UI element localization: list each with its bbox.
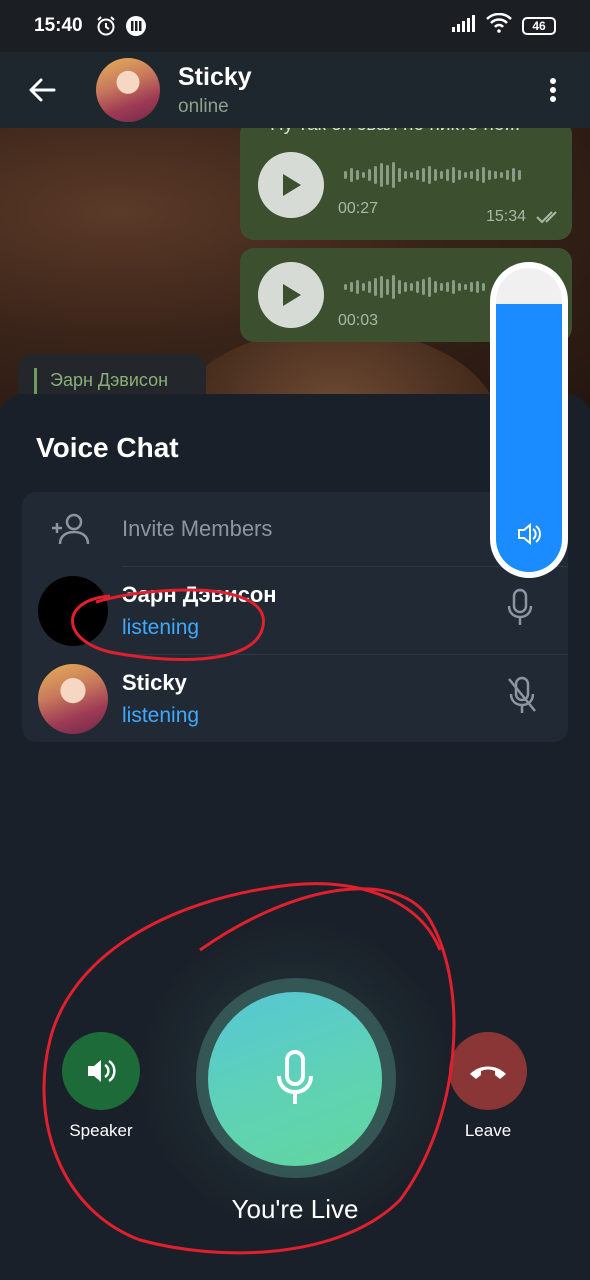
play-icon — [283, 174, 301, 196]
participant-row[interactable]: Sticky listening — [22, 654, 568, 742]
status-time: 15:40 — [34, 15, 83, 36]
reply-preview-text: Ну так он звал но никто не... — [270, 128, 520, 136]
volume-slider[interactable] — [490, 262, 568, 578]
add-user-icon — [50, 512, 90, 551]
chat-avatar[interactable] — [96, 58, 160, 122]
voice-duration: 00:03 — [338, 312, 379, 329]
sender-name: Эарн Дэвисон — [50, 370, 169, 390]
play-icon — [283, 284, 301, 306]
voice-duration: 00:27 — [338, 200, 379, 217]
more-menu-icon[interactable] — [538, 70, 568, 110]
speaker-label: Speaker — [69, 1121, 133, 1140]
play-button[interactable] — [258, 262, 324, 328]
read-check-icon — [536, 210, 562, 229]
chat-title[interactable]: Sticky — [178, 63, 252, 92]
participant-name: Sticky — [122, 670, 187, 695]
message-time: 15:34 — [486, 208, 527, 225]
leave-label: Leave — [464, 1121, 512, 1140]
participants-list: Invite Members Эарн Дэвисон listening St… — [22, 492, 568, 742]
microphone-icon — [277, 1050, 313, 1104]
participant-avatar — [38, 664, 108, 734]
participant-state: listening — [122, 616, 200, 639]
alarm-icon — [95, 15, 117, 37]
waveform[interactable] — [344, 160, 521, 190]
waveform[interactable] — [344, 272, 485, 302]
signal-icon — [452, 14, 476, 38]
app-notification-icon — [125, 15, 147, 37]
voice-chat-title: Voice Chat — [36, 432, 179, 463]
mic-icon[interactable] — [506, 588, 534, 633]
participant-row[interactable]: Эарн Дэвисон listening — [22, 566, 568, 654]
participant-avatar — [38, 576, 108, 646]
status-bar: 15:40 46 — [0, 0, 590, 52]
volume-icon — [516, 521, 542, 552]
voice-message-bubble[interactable]: Ну так он звал но никто не... 00:27 15:3… — [240, 128, 572, 240]
volume-track[interactable] — [496, 268, 562, 572]
mic-button[interactable] — [208, 992, 382, 1166]
reply-bar — [34, 368, 37, 394]
wifi-icon — [486, 12, 512, 39]
live-status-label: You're Live — [231, 1194, 359, 1224]
leave-button[interactable] — [449, 1032, 527, 1110]
participant-state: listening — [122, 704, 200, 727]
hang-up-icon — [470, 1066, 506, 1079]
invite-members-button[interactable]: Invite Members — [22, 492, 568, 566]
play-button[interactable] — [258, 152, 324, 218]
mic-muted-icon[interactable] — [506, 676, 538, 721]
invite-members-label: Invite Members — [122, 516, 273, 541]
speaker-button[interactable] — [62, 1032, 140, 1110]
speaker-icon — [88, 1059, 116, 1083]
battery-indicator: 46 — [522, 17, 556, 35]
participant-name: Эарн Дэвисон — [122, 582, 277, 607]
chat-status: online — [178, 95, 229, 117]
back-arrow-icon[interactable] — [22, 70, 62, 110]
chat-header: Sticky online — [0, 52, 590, 128]
